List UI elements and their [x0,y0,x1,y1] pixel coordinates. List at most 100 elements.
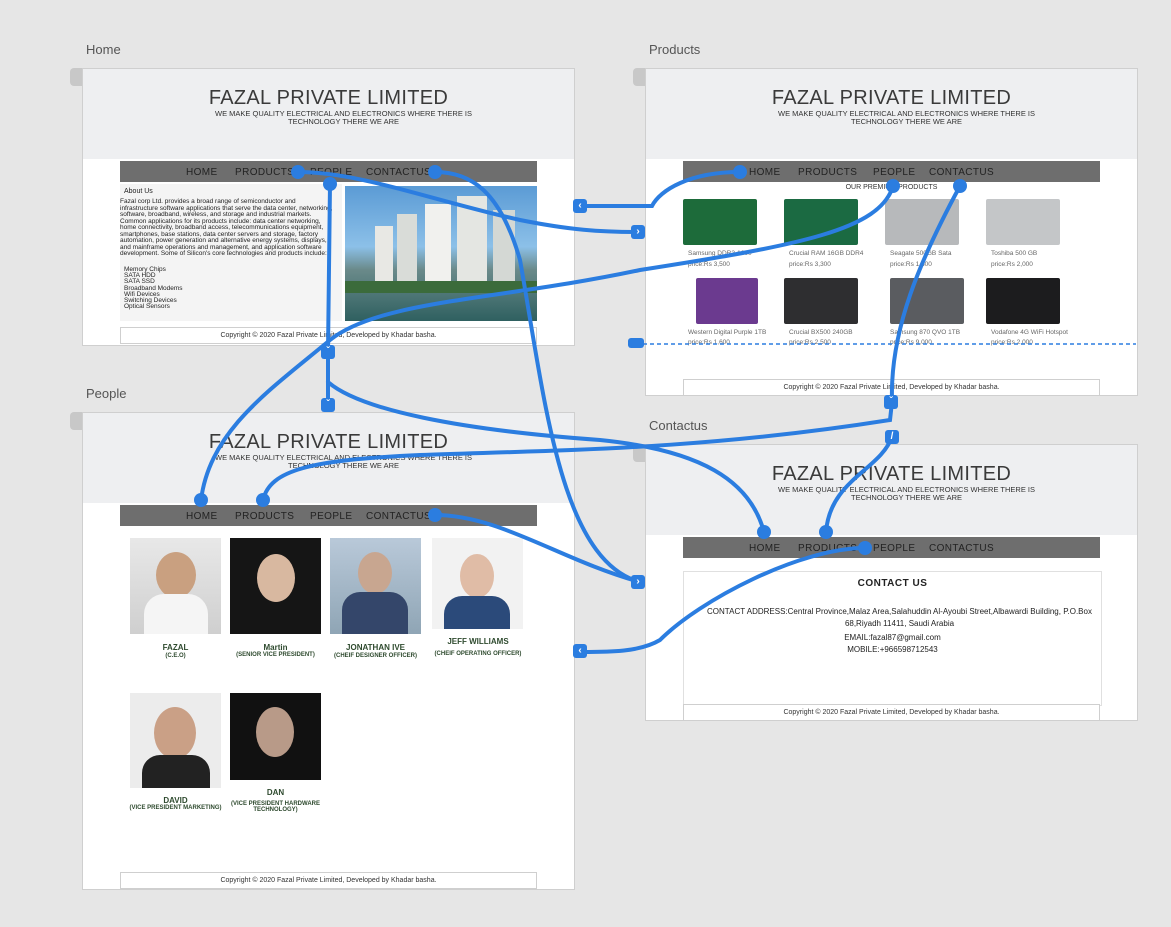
person-role: (CHEIF OPERATING OFFICER) [434,651,522,657]
contact-mobile: MOBILE:+966598712543 [847,645,938,654]
chevron-down-icon[interactable]: ˇ [884,395,898,409]
chevron-left-icon[interactable]: ‹ [573,644,587,658]
about-text: Fazal corp Ltd. provides a broad range o… [120,198,333,257]
link-handle-icon[interactable] [428,508,442,522]
contact-panel: CONTACT US CONTACT ADDRESS:Central Provi… [683,571,1102,706]
artboard-label-people[interactable]: People [86,386,126,401]
site-header: FAZAL PRIVATE LIMITED WE MAKE QUALITY EL… [646,445,1137,535]
site-title: FAZAL PRIVATE LIMITED [771,87,1012,109]
link-handle-icon[interactable] [733,165,747,179]
site-tagline: WE MAKE QUALITY ELECTRICAL AND ELECTRONI… [778,485,1035,502]
site-title: FAZAL PRIVATE LIMITED [771,463,1012,485]
product-price: price:Rs 3,500 [688,261,730,268]
link-handle-icon[interactable] [819,525,833,539]
site-title: FAZAL PRIVATE LIMITED [208,431,449,453]
product-name: Vodafone 4G WiFi Hotspot [991,329,1068,336]
person-name: JONATHAN IVE [346,643,405,652]
product-price: price:Rs 9,000 [890,339,932,346]
about-panel: About Us Fazal corp Ltd. provides a broa… [120,184,342,321]
link-handle-icon[interactable] [886,179,900,193]
artboard-label-home[interactable]: Home [86,42,121,57]
link-handle-icon[interactable] [256,493,270,507]
person-photo [230,693,321,780]
person-photo [230,538,321,634]
footer: Copyright © 2020 Fazal Private Limited, … [683,379,1100,395]
person-photo [432,538,523,629]
chevron-down-icon[interactable]: ˇ [321,345,335,359]
product-name: Toshiba 500 GB [991,250,1038,257]
artboard-home[interactable]: FAZAL PRIVATE LIMITED WE MAKE QUALITY EL… [82,68,575,346]
contact-email: EMAIL:fazal87@gmail.com [844,633,941,642]
city-skyline-image [345,186,537,321]
person-name: Martin [263,643,288,652]
product-image [890,278,964,324]
nav-contactus[interactable]: CONTACTUS [366,511,431,522]
artboard-people[interactable]: FAZAL PRIVATE LIMITED WE MAKE QUALITY EL… [82,412,575,890]
link-handle-icon[interactable] [628,338,644,348]
person-role: (C.E.O) [165,653,186,659]
nav-home[interactable]: HOME [749,167,781,178]
artboard-label-products[interactable]: Products [649,42,700,57]
product-name: Crucial RAM 16GB DDR4 [789,250,864,257]
nav-products[interactable]: PRODUCTS [798,543,857,554]
site-header: FAZAL PRIVATE LIMITED WE MAKE QUALITY EL… [83,413,574,503]
product-name: Seagate 500GB Sata [890,250,952,257]
site-header: FAZAL PRIVATE LIMITED WE MAKE QUALITY EL… [646,69,1137,159]
person-name: FAZAL [162,643,189,652]
site-title: FAZAL PRIVATE LIMITED [208,87,449,109]
product-price: price:Rs 2,500 [789,339,831,346]
site-tagline: WE MAKE QUALITY ELECTRICAL AND ELECTRONI… [215,109,472,126]
link-handle-icon[interactable] [757,525,771,539]
nav-products[interactable]: PRODUCTS [235,511,294,522]
person-role: (VICE PRESIDENT MARKETING) [129,805,222,811]
artboard-label-contactus[interactable]: Contactus [649,418,708,433]
person-role: (CHEIF DESIGNER OFFICER) [333,653,417,659]
nav-bar: HOME PRODUCTS PEOPLE CONTACTUS [683,537,1100,558]
nav-products[interactable]: PRODUCTS [235,167,294,178]
nav-home[interactable]: HOME [186,511,218,522]
site-header: FAZAL PRIVATE LIMITED WE MAKE QUALITY EL… [83,69,574,159]
person-photo [130,538,221,634]
person-name: JEFF WILLIAMS [447,637,509,646]
person-photo [130,693,221,788]
product-image [986,199,1060,245]
product-image [784,278,858,324]
nav-home[interactable]: HOME [749,543,781,554]
product-image [784,199,858,245]
product-name: Crucial BX500 240GB [789,329,853,336]
person-name: DAVID [163,796,188,805]
nav-people[interactable]: PEOPLE [873,167,915,178]
artboard-contactus[interactable]: FAZAL PRIVATE LIMITED WE MAKE QUALITY EL… [645,444,1138,721]
chevron-down-icon[interactable]: ˇ [321,398,335,412]
artboard-products[interactable]: FAZAL PRIVATE LIMITED WE MAKE QUALITY EL… [645,68,1138,396]
chevron-right-icon[interactable]: › [631,575,645,589]
link-handle-icon[interactable] [858,541,872,555]
person-role: (VICE PRESIDENT HARDWARE TECHNOLOGY) [230,801,320,813]
link-handle-icon[interactable] [428,165,442,179]
nav-people[interactable]: PEOPLE [310,511,352,522]
footer: Copyright © 2020 Fazal Private Limited, … [120,872,537,889]
nav-people[interactable]: PEOPLE [873,543,915,554]
nav-contactus[interactable]: CONTACTUS [366,167,431,178]
list-item: Optical Sensors [124,303,170,311]
nav-bar: HOME PRODUCTS PEOPLE CONTACTUS [120,505,537,526]
link-handle-icon[interactable] [323,177,337,191]
product-image [683,199,757,245]
link-handle-icon[interactable] [291,165,305,179]
chevron-left-icon[interactable]: ‹ [573,199,587,213]
nav-contactus[interactable]: CONTACTUS [929,167,994,178]
nav-products[interactable]: PRODUCTS [798,167,857,178]
chevron-right-icon[interactable]: › [631,225,645,239]
nav-home[interactable]: HOME [186,167,218,178]
product-price: price:Rs 3,300 [789,261,831,268]
product-image [986,278,1060,324]
product-price: price:Rs 1,600 [890,261,932,268]
person-name: DAN [266,788,285,797]
link-handle-icon[interactable] [953,179,967,193]
link-handle-icon[interactable]: / [885,430,899,444]
person-photo [330,538,421,634]
product-price: price:Rs 1,600 [688,339,730,346]
about-heading: About Us [124,188,153,195]
nav-contactus[interactable]: CONTACTUS [929,543,994,554]
link-handle-icon[interactable] [194,493,208,507]
